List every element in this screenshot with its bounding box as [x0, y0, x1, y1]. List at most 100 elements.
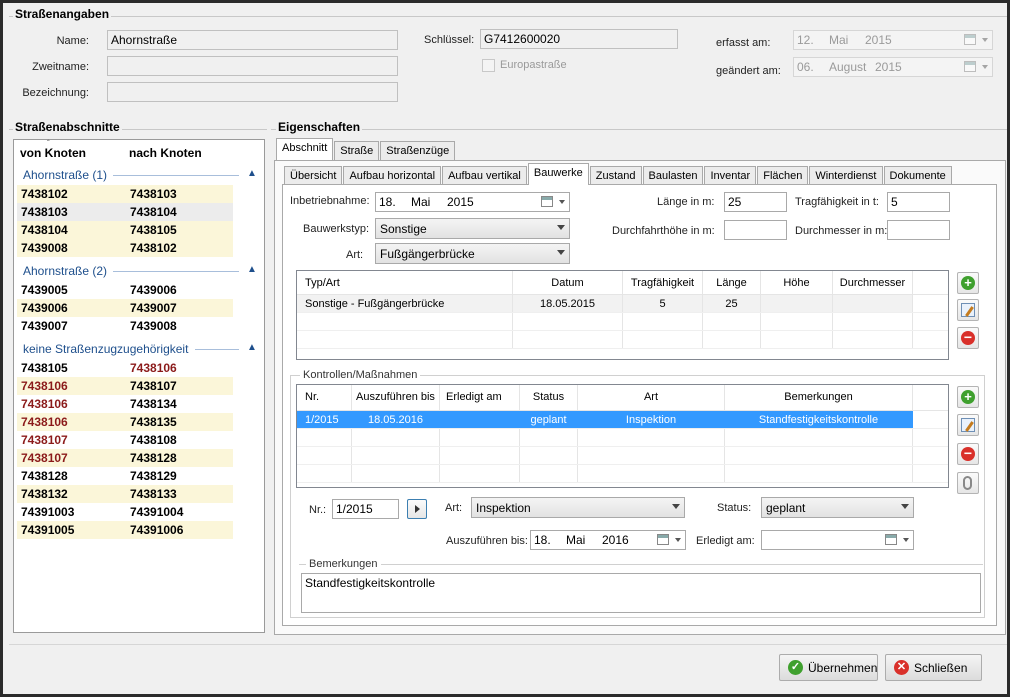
description-field[interactable]: [107, 82, 398, 102]
calendar-icon[interactable]: [885, 534, 897, 545]
clearance-input[interactable]: [724, 220, 787, 240]
tab-uebersicht[interactable]: Übersicht: [284, 166, 343, 185]
key-field[interactable]: G7412600020: [480, 29, 678, 49]
group-header[interactable]: Ahornstraße (2): [23, 264, 107, 278]
close-button[interactable]: ✕ Schließen: [885, 654, 982, 681]
collapse-icon[interactable]: ▲: [247, 342, 257, 353]
nr-input[interactable]: 1/2015: [332, 499, 399, 519]
collapse-icon[interactable]: ▲: [247, 168, 257, 179]
diameter-input[interactable]: [887, 220, 950, 240]
structure-type-select[interactable]: Sonstige: [375, 218, 570, 239]
table-row[interactable]: 1/2015 18.05.2016 geplant Inspektion Sta…: [297, 411, 948, 429]
list-item[interactable]: 7438104 7438105: [17, 221, 233, 239]
chevron-down-icon[interactable]: [675, 538, 681, 542]
list-item[interactable]: 7438128 7438129: [17, 467, 233, 485]
attach-button[interactable]: [957, 472, 979, 494]
from-node: 7439007: [21, 319, 68, 333]
col-due[interactable]: Auszuführen bis: [352, 385, 440, 410]
col-status[interactable]: Status: [520, 385, 578, 410]
list-item[interactable]: 7438107 7438108: [17, 431, 233, 449]
col-to-node[interactable]: nach Knoten: [129, 146, 202, 160]
collapse-icon[interactable]: ▲: [247, 264, 257, 275]
col-height[interactable]: Höhe: [761, 271, 833, 294]
tab-baulasten[interactable]: Baulasten: [642, 166, 704, 185]
created-date-picker[interactable]: 12. Mai 2015: [793, 30, 993, 50]
apply-button[interactable]: ✓ Übernehmen: [779, 654, 878, 681]
europastrasse-checkbox[interactable]: [482, 59, 495, 72]
chevron-down-icon[interactable]: [559, 200, 565, 204]
group-header[interactable]: Ahornstraße (1): [23, 168, 107, 182]
list-item[interactable]: 7439006 7439007: [17, 299, 233, 317]
capacity-input[interactable]: 5: [887, 192, 950, 212]
calendar-icon[interactable]: [541, 196, 553, 207]
name-field[interactable]: Ahornstraße: [107, 30, 398, 50]
from-node: 7438106: [21, 415, 68, 429]
list-item[interactable]: 7438103 7438104: [17, 203, 233, 221]
col-nr[interactable]: Nr.: [297, 385, 352, 410]
plus-icon: +: [961, 276, 975, 290]
status-select[interactable]: geplant: [761, 497, 914, 518]
remarks-textarea[interactable]: Standfestigkeitskontrolle: [301, 573, 981, 613]
col-remarks[interactable]: Bemerkungen: [725, 385, 913, 410]
created-month: Mai: [829, 33, 849, 47]
chevron-down-icon[interactable]: [903, 538, 909, 542]
list-item[interactable]: 7438106 7438107: [17, 377, 233, 395]
list-item[interactable]: 7439005 7439006: [17, 281, 233, 299]
list-item[interactable]: 74391005 74391006: [17, 521, 233, 539]
second-name-field[interactable]: [107, 56, 398, 76]
tab-bauwerke[interactable]: Bauwerke: [527, 163, 589, 185]
table-row[interactable]: Sonstige - Fußgängerbrücke 18.05.2015 5 …: [297, 295, 948, 313]
list-item[interactable]: 7438107 7438128: [17, 449, 233, 467]
tab-aufbau-vertikal[interactable]: Aufbau vertikal: [442, 166, 527, 185]
add-control-button[interactable]: +: [957, 386, 979, 408]
length-input[interactable]: 25: [724, 192, 787, 212]
kind-select[interactable]: Fußgängerbrücke: [375, 243, 570, 264]
list-item[interactable]: 7438106 7438134: [17, 395, 233, 413]
edit-structure-button[interactable]: [957, 299, 979, 321]
chevron-down-icon[interactable]: [982, 38, 988, 42]
calendar-icon[interactable]: [964, 34, 976, 45]
delete-structure-button[interactable]: −: [957, 327, 979, 349]
col-diameter[interactable]: Durchmesser: [833, 271, 913, 294]
list-item[interactable]: 7438105 7438106: [17, 359, 233, 377]
col-date[interactable]: Datum: [513, 271, 623, 294]
group-header[interactable]: keine Straßenzugzugehörigkeit: [23, 342, 188, 356]
tab-inventar[interactable]: Inventar: [704, 166, 757, 185]
tab-flaechen[interactable]: Flächen: [757, 166, 809, 185]
properties-title: Eigenschaften: [276, 120, 363, 134]
calendar-icon[interactable]: [964, 61, 976, 72]
done-date-picker[interactable]: [761, 530, 914, 550]
tab-abschnitt[interactable]: Abschnitt: [276, 138, 334, 160]
due-date-picker[interactable]: 18. Mai 2016: [530, 530, 686, 550]
col-kind[interactable]: Art: [578, 385, 725, 410]
next-button[interactable]: [407, 499, 427, 519]
list-item[interactable]: 7439008 7438102: [17, 239, 233, 257]
list-item[interactable]: 74391003 74391004: [17, 503, 233, 521]
col-done[interactable]: Erledigt am: [440, 385, 520, 410]
tab-zustand[interactable]: Zustand: [589, 166, 642, 185]
chevron-down-icon[interactable]: [982, 65, 988, 69]
tab-strasse[interactable]: Straße: [334, 141, 380, 160]
list-item[interactable]: 7438102 7438103: [17, 185, 233, 203]
col-capacity[interactable]: Tragfähigkeit: [623, 271, 703, 294]
delete-control-button[interactable]: −: [957, 443, 979, 465]
col-from-node[interactable]: von Knoten: [20, 146, 86, 160]
list-item[interactable]: 7439007 7439008: [17, 317, 233, 335]
tab-winterdienst[interactable]: Winterdienst: [809, 166, 883, 185]
list-item[interactable]: 7438132 7438133: [17, 485, 233, 503]
edit-control-button[interactable]: [957, 414, 979, 436]
paperclip-icon: [963, 476, 972, 490]
calendar-icon[interactable]: [657, 534, 669, 545]
tab-aufbau-horizontal[interactable]: Aufbau horizontal: [343, 166, 442, 185]
commissioning-date-picker[interactable]: 18. Mai 2015: [375, 192, 570, 212]
col-type[interactable]: Typ/Art: [297, 271, 513, 294]
list-item[interactable]: 7438106 7438135: [17, 413, 233, 431]
tab-dokumente[interactable]: Dokumente: [883, 166, 952, 185]
detail-kind-select[interactable]: Inspektion: [471, 497, 685, 518]
cell-date: 18.05.2015: [513, 295, 623, 312]
tab-strassenzuege[interactable]: Straßenzüge: [380, 141, 456, 160]
col-length[interactable]: Länge: [703, 271, 761, 294]
add-structure-button[interactable]: +: [957, 272, 979, 294]
description-label: Bezeichnung:: [22, 87, 89, 99]
changed-date-picker[interactable]: 06. August 2015: [793, 57, 993, 77]
